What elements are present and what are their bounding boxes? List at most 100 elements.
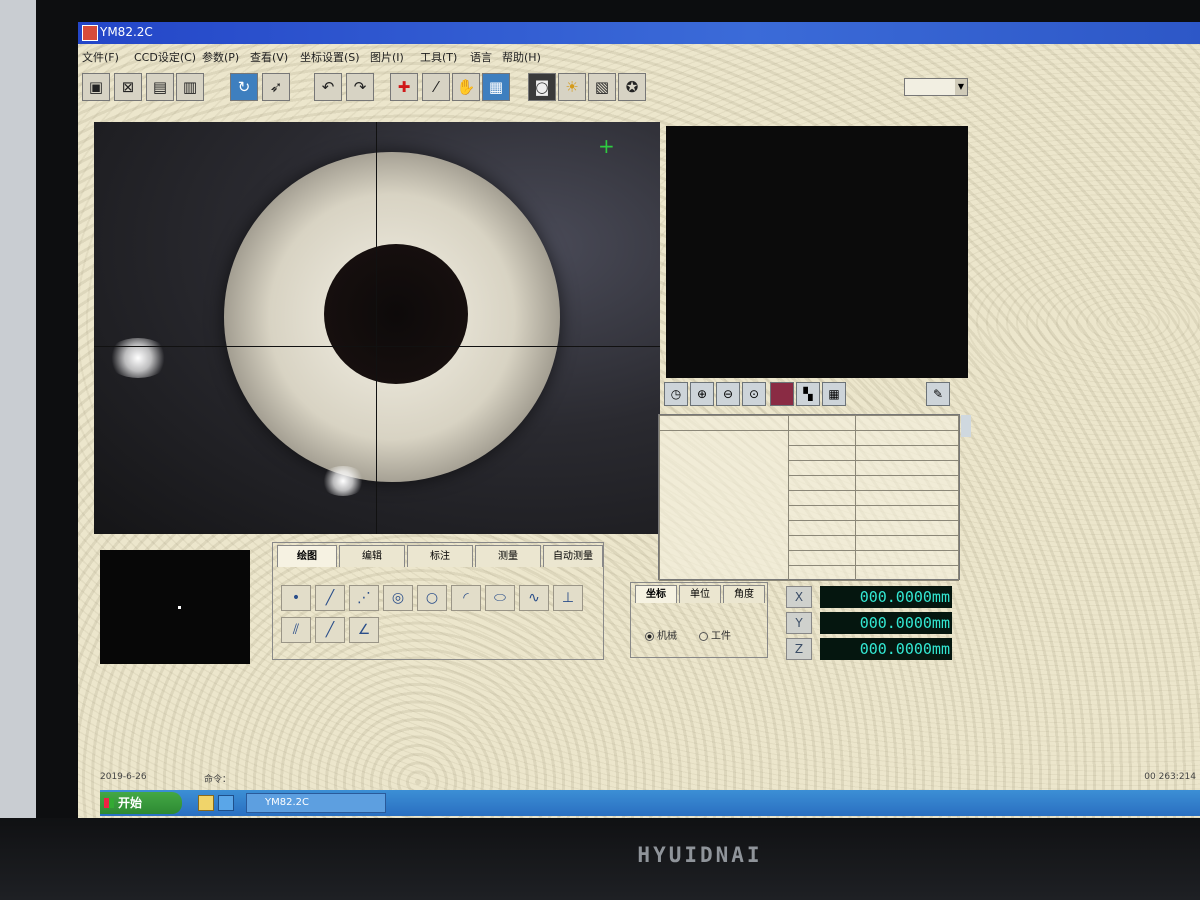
green-cursor-icon: + <box>598 134 615 158</box>
washer-hole <box>324 244 468 384</box>
start-label: 开始 <box>118 796 143 810</box>
status-position: 00 263:214 <box>1144 772 1196 782</box>
window-icon[interactable]: ▣ <box>82 73 110 101</box>
line-tool-icon[interactable]: ╱ <box>315 585 345 611</box>
clock-icon[interactable]: ◷ <box>664 382 688 406</box>
tab-edit[interactable]: 编辑 <box>339 545 405 567</box>
curve-tool-icon[interactable]: ∿ <box>519 585 549 611</box>
zoom-out-icon[interactable]: ⊖ <box>716 382 740 406</box>
arc-tool-icon[interactable]: ◜ <box>451 585 481 611</box>
parallel-tool-icon[interactable]: ⫽ <box>281 617 311 643</box>
ellipse-tool-icon[interactable]: ⬭ <box>485 585 515 611</box>
camera-view[interactable]: + <box>94 122 660 534</box>
axis-y-readout: Y 000.0000mm <box>786 612 952 634</box>
taskbar-item-label: YM82.2C <box>265 797 309 808</box>
pin-icon[interactable]: ✎ <box>926 382 950 406</box>
menu-params[interactable]: 参数(P) <box>202 49 239 65</box>
axis-y-value: 000.0000mm <box>820 612 952 634</box>
dropdown-select[interactable]: ▼ <box>904 78 968 96</box>
axis-x-button[interactable]: X <box>786 586 812 608</box>
menu-bar: 文件(F) CCD设定(C) 参数(P) 查看(V) 坐标设置(S) 图片(I)… <box>78 46 1200 66</box>
circle-tool-icon[interactable]: ○ <box>417 585 447 611</box>
axis-z-readout: Z 000.0000mm <box>786 638 952 660</box>
crosshair-icon[interactable]: ✚ <box>390 73 418 101</box>
close-window-icon[interactable]: ⊠ <box>114 73 142 101</box>
menu-help[interactable]: 帮助(H) <box>502 49 541 65</box>
zoom-fit-icon[interactable]: ⊙ <box>742 382 766 406</box>
window-title: YM82.2C <box>100 25 153 39</box>
diagonal-tool-icon[interactable]: ╱ <box>315 617 345 643</box>
browser-icon[interactable] <box>218 795 234 811</box>
menu-tools[interactable]: 工具(T) <box>420 49 457 65</box>
tab-draw[interactable]: 绘图 <box>277 545 337 567</box>
settings-icon[interactable]: ✪ <box>618 73 646 101</box>
light-glare <box>106 338 170 378</box>
layout-icon[interactable]: ▚ <box>796 382 820 406</box>
screen: YM82.2C 文件(F) CCD设定(C) 参数(P) 查看(V) 坐标设置(… <box>78 22 1200 818</box>
radio-machine-label: 机械 <box>657 631 677 642</box>
tab-annotate[interactable]: 标注 <box>407 545 473 567</box>
axis-x-value: 000.0000mm <box>820 586 952 608</box>
axis-z-value: 000.0000mm <box>820 638 952 660</box>
taskbar: 开始 YM82.2C <box>100 790 1200 816</box>
crosshair-vertical <box>376 122 377 534</box>
radio-dot <box>645 631 654 641</box>
wand-icon[interactable]: ⁄ <box>422 73 450 101</box>
overview-view[interactable] <box>100 550 250 664</box>
quick-launch-icon[interactable] <box>198 795 214 811</box>
palette-icon[interactable] <box>770 382 794 406</box>
axis-x-readout: X 000.0000mm <box>786 586 952 608</box>
rotate-icon[interactable]: ↻ <box>230 73 258 101</box>
position-dot <box>178 606 181 609</box>
radio-machine[interactable]: 机械 <box>645 627 677 642</box>
status-command-label: 命令： <box>204 775 232 785</box>
circle-center-tool-icon[interactable]: ◎ <box>383 585 413 611</box>
axis-y-button[interactable]: Y <box>786 612 812 634</box>
table-row <box>659 415 959 431</box>
light-glare-small <box>320 466 366 496</box>
undo-icon[interactable]: ↶ <box>314 73 342 101</box>
radio-workpiece[interactable]: 工件 <box>699 627 731 642</box>
draw-panel: 绘图 编辑 标注 测量 自动测量 • ╱ ⋰ ◎ ○ ◜ ⬭ ∿ ⊥ ⫽ ╱ ∠ <box>272 542 604 660</box>
image-icon[interactable]: ▧ <box>588 73 616 101</box>
hand-icon[interactable]: ✋ <box>452 73 480 101</box>
coordinate-panel: 坐标 单位 角度 机械 工件 <box>630 582 768 658</box>
dashed-line-tool-icon[interactable]: ⋰ <box>349 585 379 611</box>
menu-file[interactable]: 文件(F) <box>82 49 119 65</box>
view-toolbar: ◷ ⊕ ⊖ ⊙ ▚ ▦ ✎ <box>660 380 960 408</box>
preview-view[interactable] <box>666 126 968 378</box>
tab-measure[interactable]: 测量 <box>475 545 541 567</box>
save-icon[interactable]: ▤ <box>146 73 174 101</box>
table-icon[interactable]: ▦ <box>822 382 846 406</box>
tab-coordinate[interactable]: 坐标 <box>635 585 677 603</box>
menu-image[interactable]: 图片(I) <box>370 49 404 65</box>
menu-language[interactable]: 语言 <box>470 49 492 65</box>
light-icon[interactable]: ☀ <box>558 73 586 101</box>
monitor-brand-logo: HYUIDNAI <box>637 843 763 867</box>
windows-flag-icon <box>104 798 114 808</box>
cursor-icon[interactable]: ➶ <box>262 73 290 101</box>
point-tool-icon[interactable]: • <box>281 585 311 611</box>
grid-icon[interactable]: ▦ <box>482 73 510 101</box>
chart-icon[interactable]: ▥ <box>176 73 204 101</box>
status-bar: 2019-6-26 命令： 00 263:214 <box>100 772 1200 786</box>
axis-z-button[interactable]: Z <box>786 638 812 660</box>
camera-icon[interactable]: ◙ <box>528 73 556 101</box>
scrollbar[interactable] <box>961 415 971 437</box>
tab-unit[interactable]: 单位 <box>679 585 721 603</box>
redo-icon[interactable]: ↷ <box>346 73 374 101</box>
zoom-in-icon[interactable]: ⊕ <box>690 382 714 406</box>
angle-tool-icon[interactable]: ∠ <box>349 617 379 643</box>
tab-angle[interactable]: 角度 <box>723 585 765 603</box>
perpendicular-tool-icon[interactable]: ⊥ <box>553 585 583 611</box>
chevron-down-icon[interactable]: ▼ <box>955 79 967 95</box>
menu-ccd[interactable]: CCD设定(C) <box>134 49 196 65</box>
tab-auto-measure[interactable]: 自动测量 <box>543 545 603 567</box>
taskbar-item-app[interactable]: YM82.2C <box>246 793 386 813</box>
title-bar: YM82.2C <box>78 22 1200 44</box>
results-table[interactable] <box>658 414 971 581</box>
menu-view[interactable]: 查看(V) <box>250 49 288 65</box>
radio-dot <box>699 631 708 641</box>
menu-coord-settings[interactable]: 坐标设置(S) <box>300 49 360 65</box>
start-button[interactable]: 开始 <box>100 792 182 814</box>
